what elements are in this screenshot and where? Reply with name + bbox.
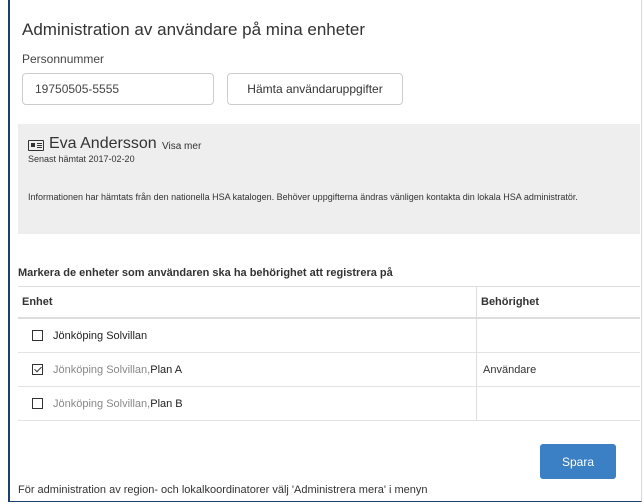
unit-cell: Jönköping Solvillan bbox=[18, 318, 477, 353]
last-fetched-text: Senast hämtat 2017-02-20 bbox=[28, 154, 135, 164]
user-info-panel: Eva Andersson Visa mer Senast hämtat 201… bbox=[18, 124, 640, 234]
page-title: Administration av användare på mina enhe… bbox=[22, 20, 366, 39]
units-heading: Markera de enheter som användaren ska ha… bbox=[18, 267, 393, 279]
table-row: Jönköping Solvillan bbox=[18, 318, 640, 353]
unit-plan: Plan B bbox=[150, 397, 183, 410]
column-header-enhet: Enhet bbox=[18, 286, 477, 319]
unit-plan: Plan A bbox=[150, 363, 183, 376]
table-row: Jönköping Solvillan, Plan A Användare bbox=[18, 352, 640, 387]
role-cell bbox=[476, 386, 640, 421]
units-table: Enhet Behörighet Jönköping Solvillan Jön… bbox=[18, 286, 640, 421]
personnummer-input[interactable] bbox=[22, 73, 214, 105]
fetch-user-button[interactable]: Hämta användaruppgifter bbox=[227, 73, 403, 105]
user-name: Eva Andersson bbox=[49, 135, 157, 152]
id-card-icon bbox=[28, 140, 44, 151]
unit-cell: Jönköping Solvillan, Plan B bbox=[18, 386, 477, 421]
role-cell bbox=[476, 318, 640, 353]
show-more-link[interactable]: Visa mer bbox=[162, 141, 201, 152]
table-row: Jönköping Solvillan, Plan B bbox=[18, 386, 640, 421]
footer-note: För administration av region- och lokalk… bbox=[18, 484, 428, 496]
role-cell: Användare bbox=[476, 352, 640, 387]
hsa-info-text: Informationen har hämtats från den natio… bbox=[28, 192, 578, 202]
unit-checkbox[interactable] bbox=[32, 398, 43, 409]
save-button[interactable]: Spara bbox=[540, 444, 616, 479]
unit-checkbox[interactable] bbox=[32, 330, 43, 341]
unit-name: Jönköping Solvillan bbox=[53, 329, 148, 342]
units-header-row: Enhet Behörighet bbox=[18, 286, 640, 319]
personnummer-label: Personnummer bbox=[22, 52, 105, 66]
unit-name: Jönköping Solvillan, bbox=[53, 363, 151, 376]
unit-cell: Jönköping Solvillan, Plan A bbox=[18, 352, 477, 387]
unit-name: Jönköping Solvillan, bbox=[53, 397, 151, 410]
column-header-behorighet: Behörighet bbox=[476, 286, 640, 319]
unit-checkbox[interactable] bbox=[32, 364, 43, 375]
admin-frame: Administration av användare på mina enhe… bbox=[8, 0, 642, 502]
